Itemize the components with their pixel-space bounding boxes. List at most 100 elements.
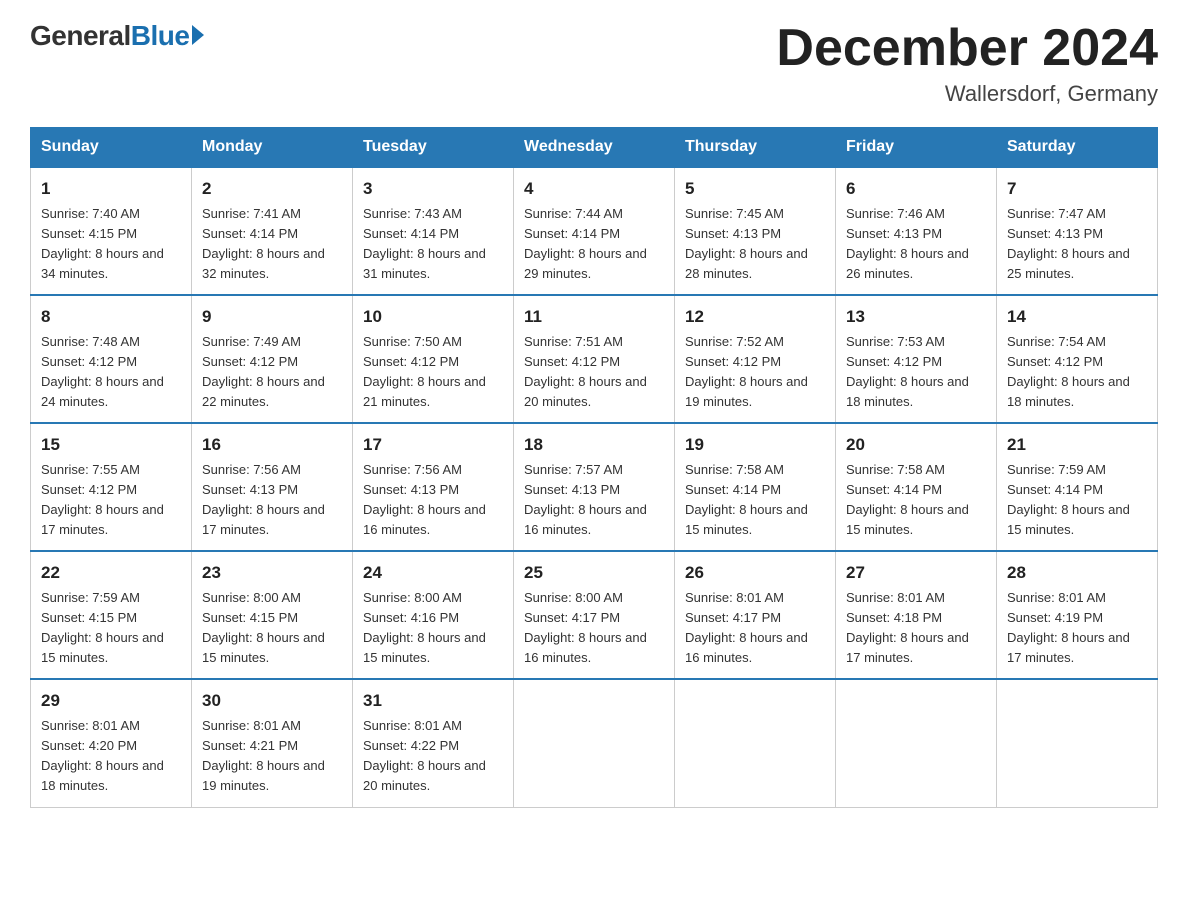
calendar-cell: 3Sunrise: 7:43 AMSunset: 4:14 PMDaylight… [353,167,514,295]
calendar-header-row: SundayMondayTuesdayWednesdayThursdayFrid… [31,128,1158,168]
calendar-cell: 11Sunrise: 7:51 AMSunset: 4:12 PMDayligh… [514,295,675,423]
calendar-cell: 18Sunrise: 7:57 AMSunset: 4:13 PMDayligh… [514,423,675,551]
calendar-cell: 1Sunrise: 7:40 AMSunset: 4:15 PMDaylight… [31,167,192,295]
day-number: 12 [685,304,825,330]
day-info: Sunrise: 7:55 AMSunset: 4:12 PMDaylight:… [41,460,181,541]
day-info: Sunrise: 8:00 AMSunset: 4:15 PMDaylight:… [202,588,342,669]
day-info: Sunrise: 7:46 AMSunset: 4:13 PMDaylight:… [846,204,986,285]
day-info: Sunrise: 7:56 AMSunset: 4:13 PMDaylight:… [363,460,503,541]
column-header-wednesday: Wednesday [514,128,675,168]
logo-blue-box: Blue [131,20,205,52]
day-number: 18 [524,432,664,458]
calendar-cell: 21Sunrise: 7:59 AMSunset: 4:14 PMDayligh… [997,423,1158,551]
location-label: Wallersdorf, Germany [776,81,1158,107]
day-number: 25 [524,560,664,586]
calendar-cell [836,679,997,807]
calendar-cell: 10Sunrise: 7:50 AMSunset: 4:12 PMDayligh… [353,295,514,423]
day-number: 22 [41,560,181,586]
calendar-cell: 4Sunrise: 7:44 AMSunset: 4:14 PMDaylight… [514,167,675,295]
day-info: Sunrise: 8:00 AMSunset: 4:17 PMDaylight:… [524,588,664,669]
day-info: Sunrise: 7:53 AMSunset: 4:12 PMDaylight:… [846,332,986,413]
day-info: Sunrise: 7:57 AMSunset: 4:13 PMDaylight:… [524,460,664,541]
day-info: Sunrise: 7:47 AMSunset: 4:13 PMDaylight:… [1007,204,1147,285]
calendar-cell: 24Sunrise: 8:00 AMSunset: 4:16 PMDayligh… [353,551,514,679]
logo-general-text: General [30,20,131,52]
calendar-table: SundayMondayTuesdayWednesdayThursdayFrid… [30,127,1158,807]
calendar-cell: 14Sunrise: 7:54 AMSunset: 4:12 PMDayligh… [997,295,1158,423]
day-info: Sunrise: 8:01 AMSunset: 4:20 PMDaylight:… [41,716,181,797]
column-header-tuesday: Tuesday [353,128,514,168]
day-number: 2 [202,176,342,202]
calendar-cell: 25Sunrise: 8:00 AMSunset: 4:17 PMDayligh… [514,551,675,679]
day-number: 13 [846,304,986,330]
day-number: 10 [363,304,503,330]
calendar-cell: 17Sunrise: 7:56 AMSunset: 4:13 PMDayligh… [353,423,514,551]
calendar-cell [514,679,675,807]
calendar-cell: 6Sunrise: 7:46 AMSunset: 4:13 PMDaylight… [836,167,997,295]
calendar-cell: 9Sunrise: 7:49 AMSunset: 4:12 PMDaylight… [192,295,353,423]
day-number: 15 [41,432,181,458]
page-header: General Blue December 2024 Wallersdorf, … [30,20,1158,107]
calendar-cell: 26Sunrise: 8:01 AMSunset: 4:17 PMDayligh… [675,551,836,679]
day-info: Sunrise: 8:00 AMSunset: 4:16 PMDaylight:… [363,588,503,669]
day-number: 24 [363,560,503,586]
calendar-cell: 5Sunrise: 7:45 AMSunset: 4:13 PMDaylight… [675,167,836,295]
calendar-week-row: 8Sunrise: 7:48 AMSunset: 4:12 PMDaylight… [31,295,1158,423]
day-number: 9 [202,304,342,330]
day-info: Sunrise: 7:51 AMSunset: 4:12 PMDaylight:… [524,332,664,413]
day-info: Sunrise: 7:48 AMSunset: 4:12 PMDaylight:… [41,332,181,413]
column-header-monday: Monday [192,128,353,168]
day-number: 26 [685,560,825,586]
calendar-week-row: 15Sunrise: 7:55 AMSunset: 4:12 PMDayligh… [31,423,1158,551]
day-number: 28 [1007,560,1147,586]
day-info: Sunrise: 8:01 AMSunset: 4:22 PMDaylight:… [363,716,503,797]
logo-triangle-icon [192,25,204,45]
day-info: Sunrise: 8:01 AMSunset: 4:17 PMDaylight:… [685,588,825,669]
day-number: 27 [846,560,986,586]
day-number: 8 [41,304,181,330]
calendar-week-row: 29Sunrise: 8:01 AMSunset: 4:20 PMDayligh… [31,679,1158,807]
column-header-sunday: Sunday [31,128,192,168]
day-info: Sunrise: 7:45 AMSunset: 4:13 PMDaylight:… [685,204,825,285]
calendar-cell: 28Sunrise: 8:01 AMSunset: 4:19 PMDayligh… [997,551,1158,679]
day-info: Sunrise: 7:41 AMSunset: 4:14 PMDaylight:… [202,204,342,285]
calendar-cell: 2Sunrise: 7:41 AMSunset: 4:14 PMDaylight… [192,167,353,295]
logo: General Blue [30,20,204,52]
calendar-cell: 27Sunrise: 8:01 AMSunset: 4:18 PMDayligh… [836,551,997,679]
day-number: 21 [1007,432,1147,458]
day-info: Sunrise: 7:40 AMSunset: 4:15 PMDaylight:… [41,204,181,285]
calendar-cell: 23Sunrise: 8:00 AMSunset: 4:15 PMDayligh… [192,551,353,679]
day-number: 5 [685,176,825,202]
day-number: 7 [1007,176,1147,202]
day-info: Sunrise: 7:56 AMSunset: 4:13 PMDaylight:… [202,460,342,541]
calendar-week-row: 1Sunrise: 7:40 AMSunset: 4:15 PMDaylight… [31,167,1158,295]
day-info: Sunrise: 7:49 AMSunset: 4:12 PMDaylight:… [202,332,342,413]
calendar-cell: 31Sunrise: 8:01 AMSunset: 4:22 PMDayligh… [353,679,514,807]
calendar-cell: 7Sunrise: 7:47 AMSunset: 4:13 PMDaylight… [997,167,1158,295]
calendar-cell: 16Sunrise: 7:56 AMSunset: 4:13 PMDayligh… [192,423,353,551]
title-section: December 2024 Wallersdorf, Germany [776,20,1158,107]
column-header-friday: Friday [836,128,997,168]
day-number: 11 [524,304,664,330]
day-number: 23 [202,560,342,586]
day-info: Sunrise: 8:01 AMSunset: 4:21 PMDaylight:… [202,716,342,797]
day-number: 31 [363,688,503,714]
calendar-cell: 29Sunrise: 8:01 AMSunset: 4:20 PMDayligh… [31,679,192,807]
column-header-thursday: Thursday [675,128,836,168]
day-number: 4 [524,176,664,202]
calendar-cell: 13Sunrise: 7:53 AMSunset: 4:12 PMDayligh… [836,295,997,423]
day-info: Sunrise: 7:44 AMSunset: 4:14 PMDaylight:… [524,204,664,285]
calendar-cell: 15Sunrise: 7:55 AMSunset: 4:12 PMDayligh… [31,423,192,551]
day-number: 19 [685,432,825,458]
calendar-cell: 8Sunrise: 7:48 AMSunset: 4:12 PMDaylight… [31,295,192,423]
day-number: 6 [846,176,986,202]
day-number: 1 [41,176,181,202]
calendar-cell [997,679,1158,807]
logo-blue-text: Blue [131,20,190,52]
calendar-cell: 30Sunrise: 8:01 AMSunset: 4:21 PMDayligh… [192,679,353,807]
day-info: Sunrise: 7:43 AMSunset: 4:14 PMDaylight:… [363,204,503,285]
day-number: 29 [41,688,181,714]
day-info: Sunrise: 7:59 AMSunset: 4:15 PMDaylight:… [41,588,181,669]
day-info: Sunrise: 8:01 AMSunset: 4:18 PMDaylight:… [846,588,986,669]
day-info: Sunrise: 7:58 AMSunset: 4:14 PMDaylight:… [846,460,986,541]
